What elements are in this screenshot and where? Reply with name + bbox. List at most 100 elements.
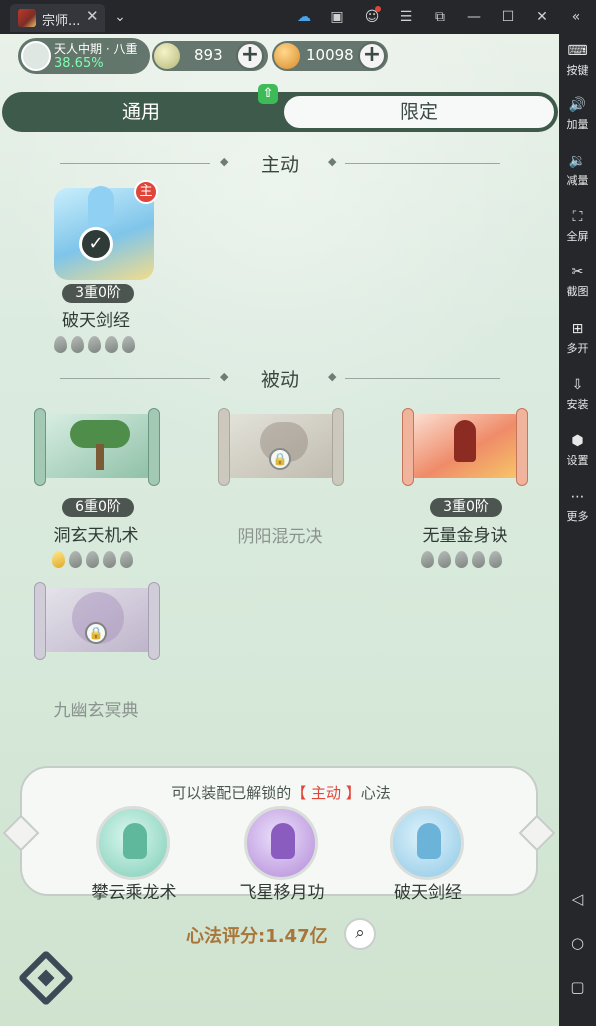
equip-slot[interactable] — [244, 806, 318, 880]
apk-install-icon: ⇩ — [571, 377, 584, 393]
sidebar-label: 加量 — [566, 118, 589, 131]
add-spirit-button[interactable]: + — [236, 42, 264, 70]
skill-level-badge: 3重0阶 — [430, 498, 502, 517]
skill-level-badge: 3重0阶 — [62, 284, 134, 303]
figure-icon — [123, 823, 147, 859]
gold-amount: 10098 — [306, 46, 354, 64]
figure-icon — [271, 823, 295, 859]
game-viewport: 天人中期 · 八重 38.65% 893 + 10098 + ⇧ 通用 限定 ◆… — [0, 34, 559, 1026]
lock-icon: 🔒 — [269, 448, 291, 470]
external-window-icon[interactable]: ⧉ — [430, 8, 450, 26]
main-skill-badge: 主 — [134, 180, 158, 204]
tab-dropdown-icon[interactable]: ⌄ — [110, 8, 130, 26]
passive-skill-scroll-locked[interactable]: 🔒 — [218, 408, 344, 486]
back-icon[interactable]: ◁ — [568, 890, 587, 909]
sidebar-label: 按键 — [566, 64, 589, 77]
equip-skill-name: 破天剑经 — [394, 883, 462, 903]
star-drops — [421, 551, 506, 571]
divider — [345, 163, 500, 164]
scroll-roller — [516, 408, 528, 486]
tab-limited[interactable]: 限定 — [282, 94, 556, 130]
sidebar-keyboard[interactable]: ⌨ 按键 — [559, 42, 596, 78]
passive-skill-scroll-locked[interactable]: 🔒 — [34, 582, 160, 660]
sidebar-screenshot[interactable]: ✂ 截图 — [559, 263, 596, 299]
sidebar-volume-down[interactable]: 🔉 减量 — [559, 152, 596, 188]
settings-icon: ⬢ — [571, 433, 584, 449]
sidebar-settings[interactable]: ⬢ 设置 — [559, 432, 596, 468]
scissors-icon: ✂ — [571, 264, 584, 280]
search-icon[interactable]: ⌕ — [344, 918, 376, 950]
drop-icon — [472, 551, 485, 568]
realm-progress: 38.65% — [54, 56, 104, 71]
sidebar-install[interactable]: ⇩ 安装 — [559, 376, 596, 412]
maximize-icon[interactable]: ☐ — [498, 8, 518, 26]
player-realm-pill[interactable]: 天人中期 · 八重 38.65% — [18, 38, 150, 74]
skill-score: 心法评分:1.47亿 — [186, 926, 328, 947]
passive-skill-scroll[interactable] — [34, 408, 160, 486]
spirit-currency-icon — [154, 43, 180, 69]
drop-icon — [421, 551, 434, 568]
hint-text: 可以装配已解锁的 — [171, 784, 292, 802]
minimize-icon[interactable]: — — [464, 8, 484, 26]
drop-icon — [120, 551, 133, 568]
add-gold-button[interactable]: + — [358, 42, 386, 70]
drop-icon — [122, 336, 135, 353]
volume-down-icon: 🔉 — [568, 153, 587, 169]
close-icon[interactable]: ✕ — [532, 8, 552, 26]
tab-close-icon[interactable]: ✕ — [86, 7, 99, 25]
divider — [60, 378, 210, 379]
sidebar-label: 截图 — [566, 285, 589, 298]
scroll-roller — [402, 408, 414, 486]
hint-text: 心法 — [360, 784, 391, 802]
menu-icon[interactable]: ☰ — [396, 8, 416, 26]
collapse-icon[interactable]: « — [566, 8, 586, 26]
equip-slot[interactable] — [96, 806, 170, 880]
cloud-icon[interactable]: ☁ — [294, 8, 314, 26]
section-header-active: ◆ 主动 ◆ — [0, 150, 559, 176]
drop-icon — [455, 551, 468, 568]
diamond-icon: ◆ — [328, 370, 337, 383]
monk-figure-icon — [454, 420, 476, 462]
scroll-roller — [218, 408, 230, 486]
multi-open-icon: ⊞ — [571, 321, 584, 337]
drop-icon — [54, 336, 67, 353]
hint-keyword: 【 主动 】 — [291, 784, 361, 802]
divider — [345, 378, 500, 379]
drop-icon — [71, 336, 84, 353]
fullscreen-icon: ⛶ — [572, 209, 583, 225]
lock-icon: 🔒 — [85, 622, 107, 644]
sidebar-label: 多开 — [566, 342, 589, 355]
gift-icon[interactable]: ▣ — [327, 8, 347, 26]
drop-icon — [69, 551, 82, 568]
sidebar-volume-up[interactable]: 🔊 加量 — [559, 96, 596, 132]
recent-icon[interactable]: ▢ — [568, 978, 587, 997]
tree-trunk — [96, 444, 104, 470]
sidebar-multi-open[interactable]: ⊞ 多开 — [559, 320, 596, 356]
user-icon[interactable]: ☺ — [362, 6, 382, 26]
passive-skill-scroll[interactable] — [402, 408, 528, 486]
drop-icon — [86, 551, 99, 568]
skill-name: 破天剑经 — [62, 311, 130, 331]
tab-general[interactable]: 通用 — [16, 98, 266, 126]
avatar — [21, 41, 51, 71]
app-tab[interactable]: 宗师... ✕ — [10, 4, 105, 32]
active-skill-card[interactable]: ✓ 主 — [48, 180, 160, 284]
home-icon[interactable]: ○ — [568, 934, 587, 953]
scroll-roller — [332, 408, 344, 486]
gold-currency-icon — [274, 43, 300, 69]
star-drops — [52, 551, 137, 571]
sidebar-label: 减量 — [566, 174, 589, 187]
sidebar-more[interactable]: ⋯ 更多 — [559, 488, 596, 524]
panel-right-ornament — [518, 814, 556, 852]
section-title: 主动 — [260, 154, 299, 176]
equip-slot[interactable] — [390, 806, 464, 880]
more-icon: ⋯ — [570, 489, 585, 505]
sidebar-fullscreen[interactable]: ⛶ 全屏 — [559, 208, 596, 244]
menu-logo-icon[interactable] — [17, 949, 75, 1007]
sidebar-label: 安装 — [566, 398, 589, 411]
scroll-artwork — [42, 414, 152, 478]
equip-panel: 可以装配已解锁的【 主动 】心法 攀云乘龙术 飞星移月功 破天剑经 — [2, 766, 556, 903]
scroll-roller — [148, 408, 160, 486]
diamond-icon: ◆ — [328, 155, 337, 168]
section-header-passive: ◆ 被动 ◆ — [0, 365, 559, 391]
